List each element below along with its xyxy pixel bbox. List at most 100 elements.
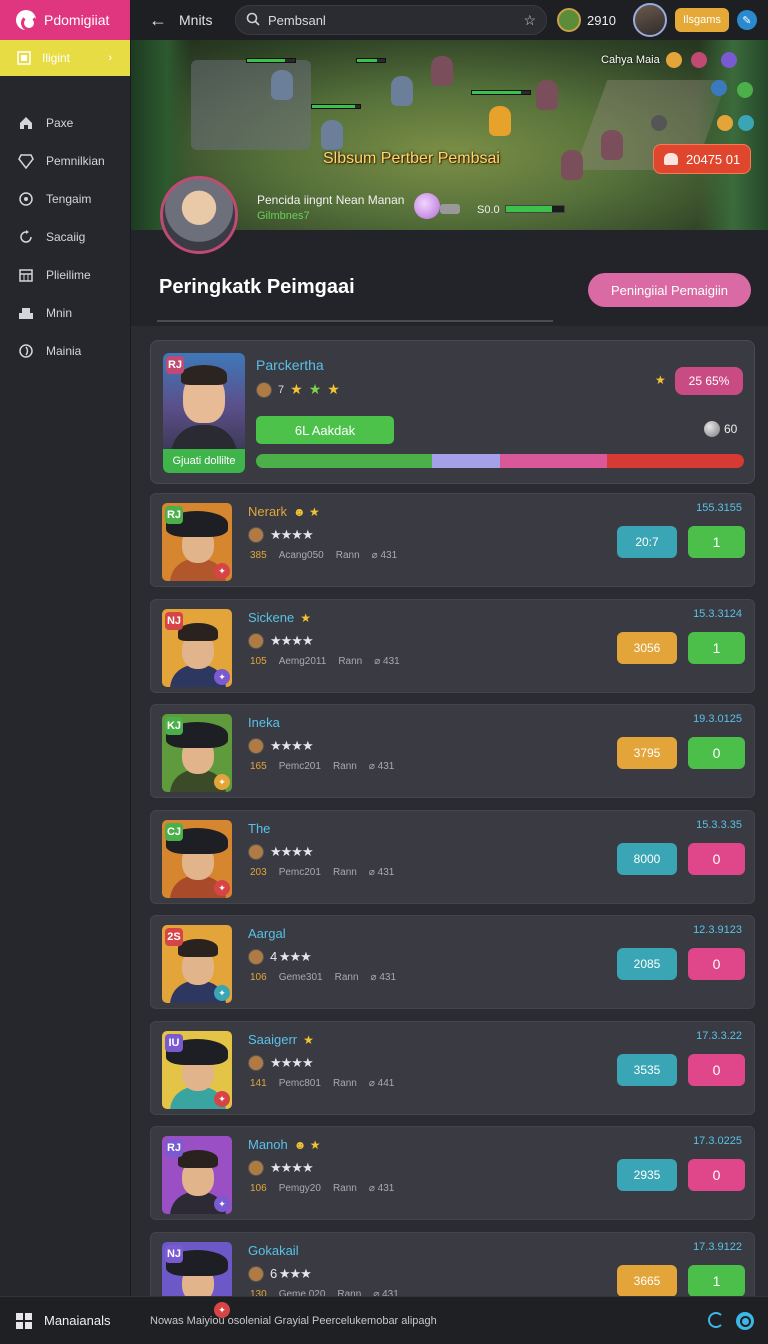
- player-avatar[interactable]: KJ ✦: [162, 714, 232, 792]
- mini-avatar-icon: [248, 633, 264, 649]
- brand[interactable]: Pdomigiiat: [0, 0, 130, 40]
- avatar-hair: [181, 365, 227, 385]
- featured-action-button[interactable]: 6L Aakdak: [256, 416, 394, 444]
- player-score-button[interactable]: 20:7: [617, 526, 677, 558]
- player-stat-b: Rann: [334, 972, 359, 983]
- player-row[interactable]: CJ ✦ The ★★★★ 203 Pemc201 Rann ⌀ 431 15.3.3.35 80…: [150, 810, 755, 904]
- compass-icon: [18, 191, 34, 207]
- search-bar[interactable]: ☆: [235, 5, 547, 35]
- sidebar-item-calendar[interactable]: Plieilime: [0, 256, 130, 294]
- banner-caption: Cahya Maia: [601, 54, 660, 66]
- star-rating: ★★★★: [270, 844, 314, 859]
- player-avatar[interactable]: 2S ✦: [162, 925, 232, 1003]
- sidebar-item-home[interactable]: Paxe: [0, 104, 130, 142]
- player-score-button[interactable]: 8000: [617, 843, 677, 875]
- sidebar-item-people[interactable]: Mnin: [0, 294, 130, 332]
- player-score-button[interactable]: 2085: [617, 948, 677, 980]
- star-icon: ★: [308, 381, 322, 397]
- sidebar-item-swirl[interactable]: Mainia: [0, 332, 130, 370]
- star-rating: 6 ★★★: [270, 1266, 312, 1281]
- featured-level: 7: [278, 383, 285, 396]
- rank-icon: [16, 50, 32, 66]
- knight-sprite: [271, 70, 293, 100]
- player-row[interactable]: RJ ✦ Manoh ☻ ★ ★★★★ 106 Pemgy20 Rann ⌀ 431 17.3.0…: [150, 1126, 755, 1220]
- player-stats: 165 Pemc201 Rann ⌀ 431: [250, 761, 394, 772]
- sidebar-item-active[interactable]: Iligint ›: [0, 40, 130, 76]
- player-stats: 385 Acang050 Rann ⌀ 431: [250, 550, 397, 561]
- skill-icon[interactable]: [717, 115, 733, 131]
- class-badge-icon: ✦: [214, 669, 230, 685]
- swirl-icon: [18, 343, 34, 359]
- toggle-icon[interactable]: [440, 204, 460, 214]
- player-count-button[interactable]: 0: [688, 1159, 745, 1191]
- player-time: 155.3155: [696, 502, 742, 514]
- orb-icon[interactable]: [414, 193, 440, 219]
- player-avatar[interactable]: IU ✦: [162, 1031, 232, 1109]
- player-name: Sickene: [248, 610, 295, 625]
- player-stat-number: 203: [250, 867, 267, 878]
- calendar-icon: [18, 267, 34, 283]
- player-stat-c: ⌀ 441: [368, 1078, 395, 1089]
- hero-avatar[interactable]: [160, 176, 238, 254]
- banner-score: 20475 01: [686, 151, 741, 167]
- sidebar-item-sync[interactable]: Sacaiig: [0, 218, 130, 256]
- sidebar-item-gems[interactable]: Pemnilkian: [0, 142, 130, 180]
- player-avatar[interactable]: NJ ✦: [162, 609, 232, 687]
- player-row[interactable]: IU ✦ Saaigerr ★ ★★★★ 141 Pemc801 Rann ⌀ 441 17.3.…: [150, 1021, 755, 1115]
- player-count-button[interactable]: 1: [688, 526, 745, 558]
- player-count-button[interactable]: 1: [688, 1265, 745, 1297]
- skill-icon[interactable]: [738, 115, 754, 131]
- player-avatar[interactable]: RJ ✦: [162, 1136, 232, 1214]
- grid-icon[interactable]: [16, 1312, 32, 1329]
- sidebar-item-explore[interactable]: Tengaim: [0, 180, 130, 218]
- player-score-button[interactable]: 3056: [617, 632, 677, 664]
- player-count-button[interactable]: 0: [688, 1054, 745, 1086]
- sparkle-icon: ★: [655, 373, 666, 387]
- player-count-button[interactable]: 0: [688, 737, 745, 769]
- player-stat-a: Pemc201: [278, 867, 321, 878]
- player-count-button[interactable]: 0: [688, 843, 745, 875]
- player-stat-a: Acang050: [278, 550, 324, 561]
- player-avatar[interactable]: RJ ✦: [162, 503, 232, 581]
- chevron-right-icon: ›: [108, 52, 112, 64]
- featured-player-card[interactable]: RJ Gjuati dollilte Parckertha 7 ★ ★ ★ ★ …: [150, 340, 755, 484]
- player-score-button[interactable]: 2935: [617, 1159, 677, 1191]
- player-count-button[interactable]: 0: [688, 948, 745, 980]
- skill-icon[interactable]: [721, 52, 737, 68]
- skill-icon[interactable]: [691, 52, 707, 68]
- player-stat-number: 165: [250, 761, 267, 772]
- skill-icon[interactable]: [666, 52, 682, 68]
- settings-badge-button[interactable]: Ilsgams: [675, 8, 729, 32]
- notification-icon[interactable]: ✎: [736, 10, 757, 30]
- player-row[interactable]: 2S ✦ Aargal 4 ★★★ 106 Geme301 Rann ⌀ 431 12.3.91…: [150, 915, 755, 1009]
- class-badge-icon: ✦: [214, 985, 230, 1001]
- player-row[interactable]: NJ ✦ Sickene ★ ★★★★ 105 Aemg2011 Rann ⌀ 431 15.3.…: [150, 599, 755, 693]
- bottom-label[interactable]: Manaianals: [44, 1313, 150, 1328]
- back-arrow-icon[interactable]: ←: [149, 10, 179, 31]
- search-circle-icon[interactable]: [736, 1311, 754, 1330]
- player-score-button[interactable]: 3535: [617, 1054, 677, 1086]
- player-rating: ★★★★: [248, 1160, 314, 1176]
- leaderboard-filter-button[interactable]: Peningiial Pemaigiin: [588, 273, 751, 307]
- refresh-icon[interactable]: [708, 1311, 724, 1328]
- sidebar-item-label: Paxe: [46, 116, 74, 130]
- search-input[interactable]: [268, 12, 516, 28]
- star-rating: 4 ★★★: [270, 949, 312, 964]
- user-avatar[interactable]: [633, 3, 667, 37]
- player-row[interactable]: KJ ✦ Ineka ★★★★ 165 Pemc201 Rann ⌀ 431 19.3.0125…: [150, 704, 755, 798]
- banner-score-badge[interactable]: 20475 01: [653, 144, 751, 174]
- section-title: Peringkatk Peimgaai: [159, 276, 355, 298]
- star-icon: ★: [290, 381, 303, 397]
- skill-icon[interactable]: [737, 82, 753, 98]
- star-outline-icon[interactable]: ☆: [523, 12, 536, 29]
- player-row[interactable]: RJ ✦ Nerark ☻ ★ ★★★★ 385 Acang050 Rann ⌀ 431 155.…: [150, 493, 755, 587]
- topbar: ← Mnits ☆ 2910 Ilsgams ✎: [131, 0, 768, 40]
- player-count-button[interactable]: 1: [688, 632, 745, 664]
- player-score-button[interactable]: 3795: [617, 737, 677, 769]
- skill-icon[interactable]: [651, 115, 667, 131]
- player-stats: 105 Aemg2011 Rann ⌀ 431: [250, 656, 400, 667]
- player-row[interactable]: NJ ✦ Gokakail 6 ★★★ 130 Geme 020 Rann ⌀ 431 17.3…: [150, 1232, 755, 1320]
- skill-icon[interactable]: [711, 80, 727, 96]
- player-score-button[interactable]: 3665: [617, 1265, 677, 1297]
- player-avatar[interactable]: CJ ✦: [162, 820, 232, 898]
